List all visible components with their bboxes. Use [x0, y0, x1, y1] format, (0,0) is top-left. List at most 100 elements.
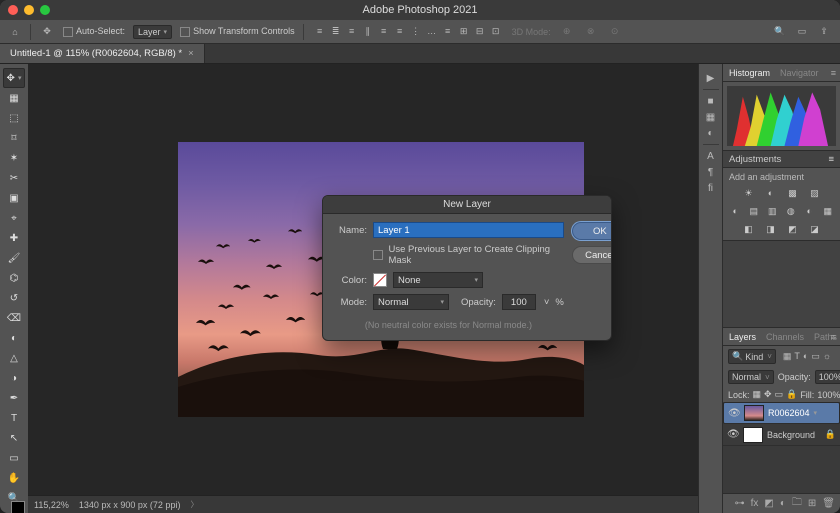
adjustment-preset-icon[interactable]: ◨: [763, 222, 779, 236]
adjustment-layer-icon[interactable]: ◐: [780, 498, 786, 509]
align-icon-9[interactable]: ⊞: [456, 24, 472, 40]
layer-filter-icon[interactable]: ▦: [783, 351, 792, 361]
history-brush-tool[interactable]: ↺: [3, 288, 25, 308]
align-icon-3[interactable]: ∥: [360, 24, 376, 40]
blur-tool[interactable]: △: [3, 348, 25, 368]
type-tool[interactable]: T: [3, 408, 25, 428]
layer-group-icon[interactable]: 🗀: [792, 495, 802, 512]
clipping-mask-checkbox[interactable]: [373, 250, 383, 260]
align-icon-11[interactable]: ⊡: [488, 24, 504, 40]
search-icon[interactable]: 🔍: [772, 24, 788, 40]
quick-select-tool[interactable]: ✶: [3, 148, 25, 168]
pen-tool[interactable]: ✒: [3, 388, 25, 408]
marquee-tool[interactable]: ⬚: [3, 108, 25, 128]
panel-menu-icon[interactable]: ≡: [828, 154, 834, 165]
layer-filter-icon[interactable]: ☼: [823, 351, 831, 361]
close-tab-icon[interactable]: ×: [188, 48, 194, 59]
adjustment-preset-icon[interactable]: ▦: [822, 204, 835, 218]
tab-histogram[interactable]: Histogram: [729, 68, 770, 78]
doc-info-arrow-icon[interactable]: 〉: [190, 499, 198, 510]
ok-button[interactable]: OK: [572, 222, 612, 240]
share-icon[interactable]: ⇪: [816, 24, 832, 40]
lock-pixels-icon[interactable]: ▦: [753, 389, 762, 400]
adjustment-preset-icon[interactable]: ▨: [807, 186, 823, 200]
paragraph-icon[interactable]: ¶: [703, 164, 719, 180]
panel-menu-icon[interactable]: ≡: [831, 332, 836, 342]
gradient-tool[interactable]: ◐: [3, 328, 25, 348]
rectangle-tool[interactable]: ▭: [3, 448, 25, 468]
character-icon[interactable]: A: [703, 148, 719, 164]
align-icon-0[interactable]: ≡: [312, 23, 328, 39]
align-icon-10[interactable]: ⊟: [472, 24, 488, 40]
move-tool[interactable]: ✥: [3, 68, 25, 88]
align-icon-2[interactable]: ≡: [344, 23, 360, 39]
delete-layer-icon[interactable]: 🗑: [822, 498, 835, 509]
link-layers-icon[interactable]: ⊶: [735, 498, 745, 509]
adjustment-preset-icon[interactable]: ▤: [748, 204, 761, 218]
zoom-level[interactable]: 115,22%: [34, 500, 69, 510]
layer-color-dropdown[interactable]: None: [393, 272, 483, 288]
lasso-tool[interactable]: ⌑: [3, 128, 25, 148]
align-icon-4[interactable]: ≡: [376, 23, 392, 39]
tab-layers[interactable]: Layers: [729, 332, 756, 342]
visibility-toggle-icon[interactable]: 👁: [728, 408, 740, 419]
blend-mode-dropdown[interactable]: Normal: [373, 294, 449, 310]
eyedropper-tool[interactable]: ⌖: [3, 208, 25, 228]
mode-3d-icon-3[interactable]: ⊙: [607, 24, 623, 40]
crop-tool[interactable]: ✂: [3, 168, 25, 188]
layer-mask-icon[interactable]: ◩: [764, 498, 773, 509]
clone-tool[interactable]: ⌬: [3, 268, 25, 288]
eraser-tool[interactable]: ⌫: [3, 308, 25, 328]
panel-menu-icon[interactable]: ≡: [831, 68, 836, 78]
layer-filter-kind[interactable]: 🔍 Kind: [728, 349, 776, 364]
adjustment-preset-icon[interactable]: ◐: [803, 204, 816, 218]
layer-thumbnail[interactable]: [744, 405, 764, 421]
layer-row[interactable]: 👁 R0062604: [723, 402, 840, 424]
path-select-tool[interactable]: ↖: [3, 428, 25, 448]
layer-row[interactable]: 👁 Background 🔒: [723, 424, 840, 446]
align-icon-7[interactable]: …: [424, 23, 440, 39]
align-icon-1[interactable]: ≣: [328, 24, 344, 40]
brush-tool[interactable]: 🖌: [3, 248, 25, 268]
doc-info[interactable]: 1340 px x 900 px (72 ppi): [79, 500, 181, 510]
layer-name[interactable]: R0062604: [768, 408, 810, 418]
visibility-toggle-icon[interactable]: 👁: [727, 429, 739, 440]
adjustment-preset-icon[interactable]: ◧: [741, 222, 757, 236]
workspace-icon[interactable]: ▭: [794, 24, 810, 40]
align-icon-6[interactable]: ⋮: [408, 24, 424, 40]
artboard-tool[interactable]: ▦: [3, 88, 25, 108]
cancel-button[interactable]: Cancel: [572, 246, 612, 264]
glyphs-icon[interactable]: fi: [703, 180, 719, 196]
gradients-icon[interactable]: ◐: [703, 125, 719, 141]
adjustment-preset-icon[interactable]: ◩: [785, 222, 801, 236]
adjustment-preset-icon[interactable]: ▥: [766, 204, 779, 218]
blend-mode-dropdown[interactable]: Normal: [728, 370, 774, 384]
layer-filter-icon[interactable]: ◐: [803, 351, 808, 361]
show-transform-checkbox[interactable]: Show Transform Controls: [180, 26, 295, 37]
adjustment-preset-icon[interactable]: ◍: [785, 204, 798, 218]
mode-3d-icon-1[interactable]: ⊕: [559, 24, 575, 40]
document-tab[interactable]: Untitled-1 @ 115% (R0062604, RGB/8) * ×: [0, 44, 205, 63]
adjustment-preset-icon[interactable]: ◐: [763, 186, 779, 200]
adjustment-preset-icon[interactable]: ◐: [729, 204, 742, 218]
healing-tool[interactable]: ✚: [3, 228, 25, 248]
lock-artboard-icon[interactable]: ▭: [775, 389, 784, 400]
swatches-icon[interactable]: ▦: [703, 109, 719, 125]
play-icon[interactable]: ▶: [703, 70, 719, 86]
frame-tool[interactable]: ▣: [3, 188, 25, 208]
mode-3d-icon-2[interactable]: ⊗: [583, 24, 599, 40]
opacity-stepper-icon[interactable]: ˅: [544, 297, 550, 308]
align-icon-8[interactable]: ≡: [440, 23, 456, 39]
layer-fx-icon[interactable]: fx: [751, 498, 759, 509]
layer-fill-field[interactable]: 100%: [817, 390, 840, 400]
layer-opacity-field[interactable]: 100%: [815, 370, 840, 384]
color-icon[interactable]: ■: [703, 93, 719, 109]
layer-thumbnail[interactable]: [743, 427, 763, 443]
lock-all-icon[interactable]: 🔒: [786, 389, 797, 400]
lock-position-icon[interactable]: ✥: [764, 389, 772, 400]
adjustment-preset-icon[interactable]: ▩: [785, 186, 801, 200]
layer-name-input[interactable]: [373, 222, 564, 238]
adjustments-panel-header[interactable]: Adjustments ≡: [723, 150, 840, 168]
background-swatch[interactable]: [11, 501, 25, 513]
dodge-tool[interactable]: ◑: [3, 368, 25, 388]
